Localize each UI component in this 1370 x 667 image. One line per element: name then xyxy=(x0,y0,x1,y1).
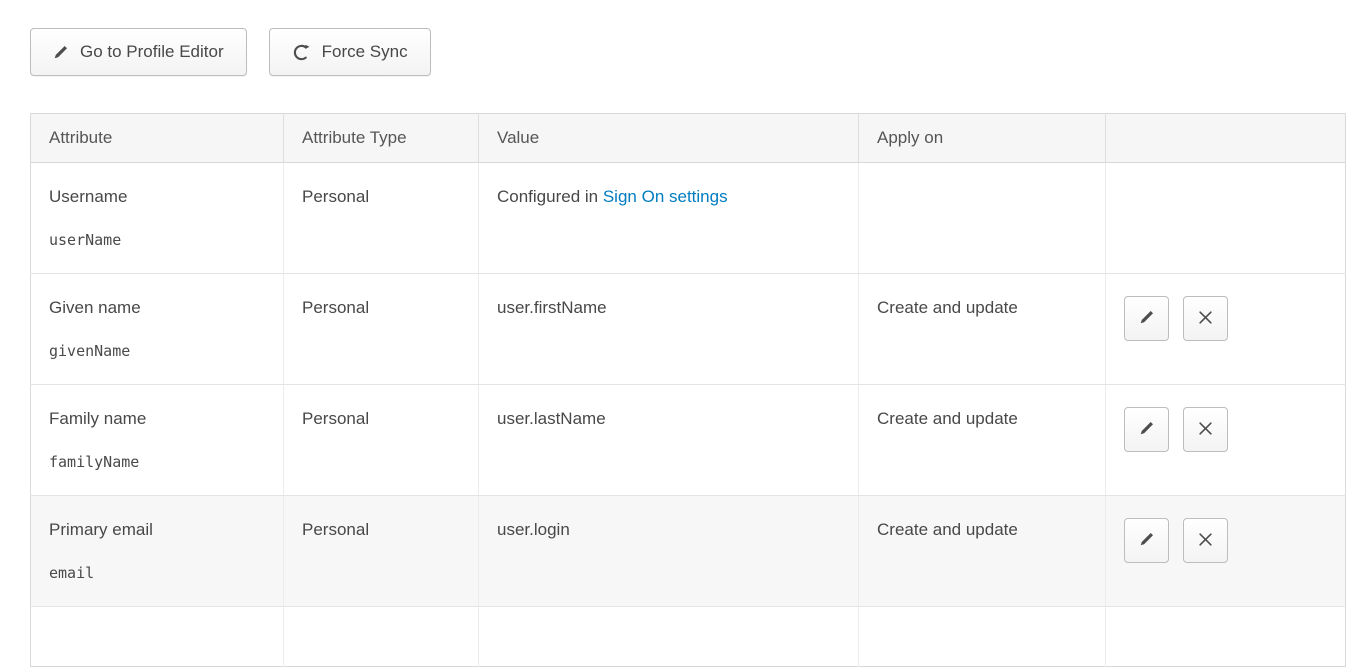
attribute-label: Given name xyxy=(49,298,265,318)
table-row-given-name: Given name givenName Personal user.first… xyxy=(31,274,1346,385)
attribute-mappings-page: Go to Profile Editor Force Sync Attribut… xyxy=(0,0,1370,667)
pencil-icon xyxy=(53,44,69,60)
go-to-profile-editor-button[interactable]: Go to Profile Editor xyxy=(30,28,247,76)
pencil-icon xyxy=(1139,531,1155,550)
pencil-icon xyxy=(1139,309,1155,328)
refresh-icon xyxy=(292,43,311,62)
toolbar: Go to Profile Editor Force Sync xyxy=(30,28,1345,76)
value-cell xyxy=(479,607,859,667)
edit-mapping-button[interactable] xyxy=(1124,518,1169,563)
attribute-cell xyxy=(31,607,284,667)
attribute-cell: Username userName xyxy=(31,163,284,274)
attribute-label: Username xyxy=(49,187,265,207)
value-text: Configured in xyxy=(497,187,603,206)
remove-mapping-button[interactable] xyxy=(1183,407,1228,452)
apply-on-cell xyxy=(859,163,1106,274)
value-cell: Configured in Sign On settings xyxy=(479,163,859,274)
attribute-variable-name: familyName xyxy=(49,453,265,471)
force-sync-button[interactable]: Force Sync xyxy=(269,28,431,76)
attribute-variable-name: email xyxy=(49,564,265,582)
attribute-label: Primary email xyxy=(49,520,265,540)
value-cell: user.lastName xyxy=(479,385,859,496)
attribute-type-cell: Personal xyxy=(284,496,479,607)
apply-on-cell: Create and update xyxy=(859,274,1106,385)
attribute-type-cell: Personal xyxy=(284,163,479,274)
attribute-cell: Primary email email xyxy=(31,496,284,607)
attribute-type-cell xyxy=(284,607,479,667)
close-icon xyxy=(1198,310,1213,328)
header-apply-on: Apply on xyxy=(859,114,1106,163)
actions-cell xyxy=(1106,385,1346,496)
apply-on-cell: Create and update xyxy=(859,385,1106,496)
attribute-label: Family name xyxy=(49,409,265,429)
sign-on-settings-link[interactable]: Sign On settings xyxy=(603,187,728,206)
actions-cell xyxy=(1106,607,1346,667)
header-attribute: Attribute xyxy=(31,114,284,163)
actions-cell xyxy=(1106,163,1346,274)
close-icon xyxy=(1198,421,1213,439)
edit-mapping-button[interactable] xyxy=(1124,407,1169,452)
table-row-family-name: Family name familyName Personal user.las… xyxy=(31,385,1346,496)
remove-mapping-button[interactable] xyxy=(1183,518,1228,563)
header-attribute-type: Attribute Type xyxy=(284,114,479,163)
attribute-mapping-table: Attribute Attribute Type Value Apply on … xyxy=(30,113,1346,667)
attribute-variable-name: givenName xyxy=(49,342,265,360)
header-actions xyxy=(1106,114,1346,163)
close-icon xyxy=(1198,532,1213,550)
table-row-primary-email: Primary email email Personal user.login … xyxy=(31,496,1346,607)
header-value: Value xyxy=(479,114,859,163)
go-to-profile-editor-label: Go to Profile Editor xyxy=(80,42,224,62)
edit-mapping-button[interactable] xyxy=(1124,296,1169,341)
attribute-type-cell: Personal xyxy=(284,385,479,496)
table-row-username: Username userName Personal Configured in… xyxy=(31,163,1346,274)
attribute-cell: Family name familyName xyxy=(31,385,284,496)
attribute-cell: Given name givenName xyxy=(31,274,284,385)
actions-cell xyxy=(1106,274,1346,385)
value-cell: user.login xyxy=(479,496,859,607)
table-header-row: Attribute Attribute Type Value Apply on xyxy=(31,114,1346,163)
value-cell: user.firstName xyxy=(479,274,859,385)
force-sync-label: Force Sync xyxy=(322,42,408,62)
actions-cell xyxy=(1106,496,1346,607)
table-row-empty xyxy=(31,607,1346,667)
attribute-variable-name: userName xyxy=(49,231,265,249)
attribute-type-cell: Personal xyxy=(284,274,479,385)
apply-on-cell xyxy=(859,607,1106,667)
apply-on-cell: Create and update xyxy=(859,496,1106,607)
pencil-icon xyxy=(1139,420,1155,439)
remove-mapping-button[interactable] xyxy=(1183,296,1228,341)
